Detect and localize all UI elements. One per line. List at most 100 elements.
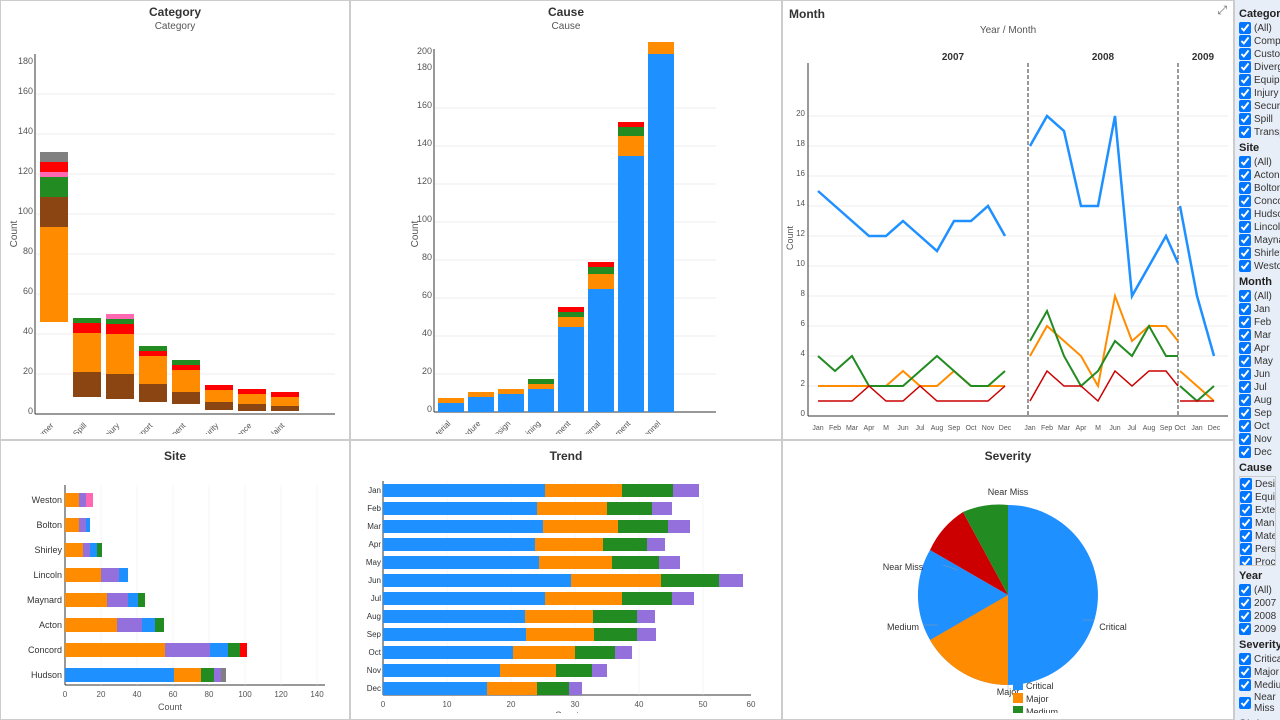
checkbox-category-divergence[interactable] xyxy=(1239,61,1251,73)
svg-text:60: 60 xyxy=(422,290,432,300)
sidebar-site-shirley[interactable]: Shirley xyxy=(1239,247,1276,259)
sidebar-month-feb[interactable]: Feb xyxy=(1239,316,1276,328)
sidebar-month-sep[interactable]: Sep xyxy=(1239,407,1276,419)
sidebar-cause-procedure[interactable]: Procedure xyxy=(1240,556,1275,566)
checkbox-month-nov[interactable] xyxy=(1239,433,1251,445)
severity-chart: Severity Near Miss xyxy=(782,440,1234,720)
checkbox-category-complaint[interactable] xyxy=(1239,35,1251,47)
sidebar-month-jan[interactable]: Jan xyxy=(1239,303,1276,315)
svg-text:Medium: Medium xyxy=(887,622,919,632)
checkbox-category-injury[interactable] xyxy=(1239,87,1251,99)
checkbox-severity-nearmiss[interactable] xyxy=(1239,697,1251,709)
checkbox-cause-personnel[interactable] xyxy=(1240,543,1252,555)
svg-text:Injury: Injury xyxy=(101,421,121,434)
checkbox-category-customer[interactable] xyxy=(1239,48,1251,60)
sidebar-month-jul[interactable]: Jul xyxy=(1239,381,1276,393)
sidebar-severity-medium[interactable]: Medium xyxy=(1239,679,1276,691)
sidebar-month-all[interactable]: (All) xyxy=(1239,290,1276,302)
sidebar-month-dec[interactable]: Dec xyxy=(1239,446,1276,458)
sidebar-cause-personnel[interactable]: Personnel xyxy=(1240,543,1275,555)
sidebar-site-acton[interactable]: Acton xyxy=(1239,169,1276,181)
checkbox-month-all[interactable] xyxy=(1239,290,1251,302)
checkbox-year-all[interactable] xyxy=(1239,584,1251,596)
sidebar-category-security[interactable]: Security xyxy=(1239,100,1276,112)
sidebar-month-nov[interactable]: Nov xyxy=(1239,433,1276,445)
checkbox-month-apr[interactable] xyxy=(1239,342,1251,354)
sidebar-site-lincoln[interactable]: Lincoln xyxy=(1239,221,1276,233)
sidebar-severity-critical[interactable]: Critical xyxy=(1239,653,1276,665)
sidebar-site-all[interactable]: (All) xyxy=(1239,156,1276,168)
sidebar-category-all[interactable]: (All) xyxy=(1239,22,1276,34)
checkbox-year-2008[interactable] xyxy=(1239,610,1251,622)
sidebar-category-complaint[interactable]: Complaint xyxy=(1239,35,1276,47)
checkbox-severity-medium[interactable] xyxy=(1239,679,1251,691)
checkbox-site-weston[interactable] xyxy=(1239,260,1251,272)
checkbox-category-all[interactable] xyxy=(1239,22,1251,34)
sidebar-cause-material[interactable]: Material xyxy=(1240,530,1275,542)
checkbox-month-mar[interactable] xyxy=(1239,329,1251,341)
sidebar-category-divergence[interactable]: Divergence xyxy=(1239,61,1276,73)
checkbox-site-bolton[interactable] xyxy=(1239,182,1251,194)
sidebar-month-may[interactable]: May xyxy=(1239,355,1276,367)
checkbox-site-shirley[interactable] xyxy=(1239,247,1251,259)
sidebar-month-aug[interactable]: Aug xyxy=(1239,394,1276,406)
checkbox-site-acton[interactable] xyxy=(1239,169,1251,181)
checkbox-month-may[interactable] xyxy=(1239,355,1251,367)
sidebar-category-equipment[interactable]: Equipment xyxy=(1239,74,1276,86)
sidebar-year-2009[interactable]: 2009 xyxy=(1239,623,1276,635)
checkbox-cause-design[interactable] xyxy=(1240,478,1252,490)
checkbox-cause-equipment[interactable] xyxy=(1240,491,1252,503)
sidebar-category-transport[interactable]: Transport xyxy=(1239,126,1276,138)
svg-text:Sep: Sep xyxy=(948,425,961,432)
checkbox-category-security[interactable] xyxy=(1239,100,1251,112)
checkbox-cause-management[interactable] xyxy=(1240,517,1252,529)
checkbox-site-all[interactable] xyxy=(1239,156,1251,168)
checkbox-month-feb[interactable] xyxy=(1239,316,1251,328)
sidebar-site-maynard[interactable]: Maynard xyxy=(1239,234,1276,246)
checkbox-site-concord[interactable] xyxy=(1239,195,1251,207)
sidebar-cause-external[interactable]: External xyxy=(1240,504,1275,516)
checkbox-month-sep[interactable] xyxy=(1239,407,1251,419)
sidebar-cause-design[interactable]: Design xyxy=(1240,478,1275,490)
checkbox-category-equipment[interactable] xyxy=(1239,74,1251,86)
checkbox-year-2007[interactable] xyxy=(1239,597,1251,609)
sidebar-month-mar[interactable]: Mar xyxy=(1239,329,1276,341)
checkbox-month-jun[interactable] xyxy=(1239,368,1251,380)
checkbox-site-hudson[interactable] xyxy=(1239,208,1251,220)
sidebar-site-bolton[interactable]: Bolton xyxy=(1239,182,1276,194)
sidebar-year-all[interactable]: (All) xyxy=(1239,584,1276,596)
sidebar-site-weston[interactable]: Weston xyxy=(1239,260,1276,272)
sidebar-month-oct[interactable]: Oct xyxy=(1239,420,1276,432)
sidebar-site-concord[interactable]: Concord xyxy=(1239,195,1276,207)
sidebar-year-2007[interactable]: 2007 xyxy=(1239,597,1276,609)
sidebar-category-injury[interactable]: Injury xyxy=(1239,87,1276,99)
checkbox-severity-major[interactable] xyxy=(1239,666,1251,678)
cause-scroll[interactable]: Design Equipment External Managem... Mat… xyxy=(1239,476,1276,566)
sidebar-site-hudson[interactable]: Hudson xyxy=(1239,208,1276,220)
sidebar-cause-equipment[interactable]: Equipment xyxy=(1240,491,1275,503)
sidebar-severity-nearmiss[interactable]: Near Miss xyxy=(1239,692,1276,714)
expand-icon[interactable]: ⤢ xyxy=(1217,3,1227,23)
checkbox-severity-critical[interactable] xyxy=(1239,653,1251,665)
sidebar-category-spill[interactable]: Spill xyxy=(1239,113,1276,125)
sidebar-cause-management[interactable]: Managem... xyxy=(1240,517,1275,529)
checkbox-year-2009[interactable] xyxy=(1239,623,1251,635)
checkbox-category-spill[interactable] xyxy=(1239,113,1251,125)
checkbox-site-maynard[interactable] xyxy=(1239,234,1251,246)
checkbox-month-oct[interactable] xyxy=(1239,420,1251,432)
sidebar-month-apr[interactable]: Apr xyxy=(1239,342,1276,354)
sidebar-year-2008[interactable]: 2008 xyxy=(1239,610,1276,622)
sidebar-category-customer[interactable]: Customer xyxy=(1239,48,1276,60)
checkbox-category-transport[interactable] xyxy=(1239,126,1251,138)
checkbox-cause-external[interactable] xyxy=(1240,504,1252,516)
checkbox-cause-procedure[interactable] xyxy=(1240,556,1252,566)
checkbox-month-aug[interactable] xyxy=(1239,394,1251,406)
checkbox-month-jul[interactable] xyxy=(1239,381,1251,393)
checkbox-month-dec[interactable] xyxy=(1239,446,1251,458)
checkbox-site-lincoln[interactable] xyxy=(1239,221,1251,233)
checkbox-month-jan[interactable] xyxy=(1239,303,1251,315)
sidebar-severity-major[interactable]: Major xyxy=(1239,666,1276,678)
trend-chart: Trend Month Jan Feb Mar Apr May Jun Jul … xyxy=(350,440,782,720)
sidebar-month-jun[interactable]: Jun xyxy=(1239,368,1276,380)
checkbox-cause-material[interactable] xyxy=(1240,530,1252,542)
